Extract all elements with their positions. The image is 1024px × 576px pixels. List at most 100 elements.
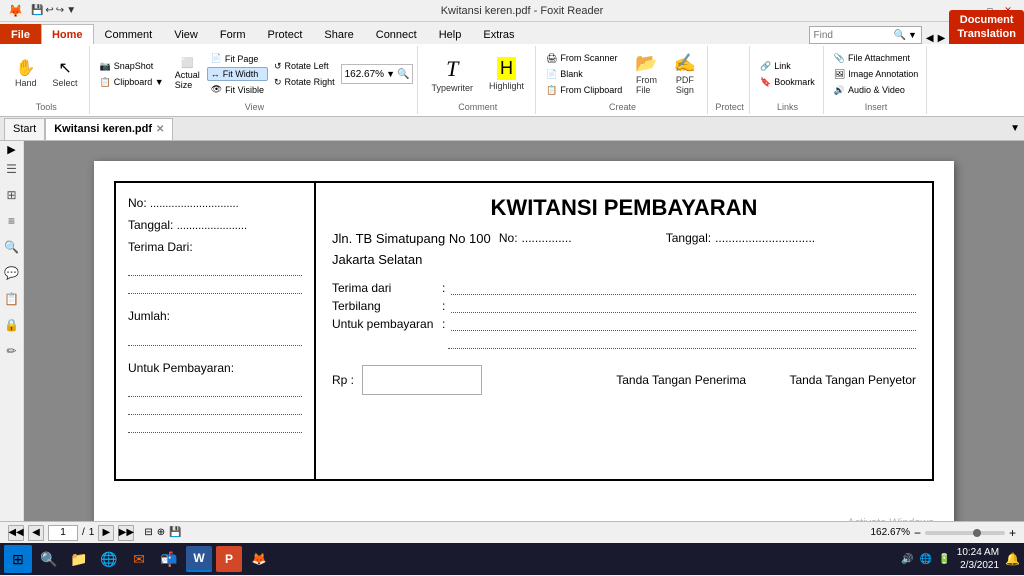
find-box[interactable]: 🔍 ▼ bbox=[809, 26, 922, 44]
actual-size-button[interactable]: ⬜ ActualSize bbox=[170, 55, 205, 93]
links-group: 🔗 Link 🔖 Bookmark Links bbox=[752, 46, 824, 114]
rp-section: Rp : bbox=[332, 365, 482, 395]
right-tanggal-label: Tanggal: bbox=[666, 231, 711, 245]
taskbar-speaker-icon[interactable]: 🔊 bbox=[901, 554, 913, 565]
find-input[interactable] bbox=[814, 30, 894, 41]
zoom-slider-track[interactable] bbox=[925, 531, 1005, 535]
hand-label: Hand bbox=[15, 78, 37, 88]
sidebar-clipboard-icon[interactable]: 📋 bbox=[2, 289, 22, 309]
doc-translation-label: Document bbox=[960, 14, 1014, 26]
tab-start[interactable]: Start bbox=[4, 118, 45, 140]
taskbar-notification-icon[interactable]: 📬 bbox=[156, 546, 182, 572]
tab-file[interactable]: File bbox=[0, 24, 41, 44]
tab-kwitansi[interactable]: Kwitansi keren.pdf ✕ bbox=[45, 118, 173, 140]
nav-prev-button[interactable]: ◀ bbox=[28, 525, 44, 541]
doc-translation-button[interactable]: Document Translation bbox=[949, 10, 1024, 44]
tab-protect[interactable]: Protect bbox=[257, 24, 314, 44]
find-options-icon[interactable]: ▼ bbox=[908, 30, 917, 40]
from-clipboard-icon: 📋 bbox=[546, 85, 557, 96]
image-annotation-button[interactable]: 🖼 Image Annotation bbox=[830, 67, 923, 82]
nav-save-icon[interactable]: 💾 bbox=[169, 527, 181, 538]
bottom-nav: ◀◀ ◀ / 1 ▶ ▶▶ ⊟ ⊕ 💾 162.67% − + bbox=[0, 521, 1024, 543]
sidebar-comment-icon[interactable]: 💬 bbox=[2, 263, 22, 283]
receipt-container: No: ............................. Tangga… bbox=[114, 181, 934, 481]
sidebar-layers-icon[interactable]: ≡ bbox=[2, 211, 22, 231]
file-attachment-button[interactable]: 📎 File Attachment bbox=[830, 51, 923, 66]
taskbar-network-icon[interactable]: 🌐 bbox=[920, 554, 932, 565]
rotate-right-button[interactable]: ↻ Rotate Right bbox=[270, 75, 339, 90]
tab-view[interactable]: View bbox=[163, 24, 209, 44]
terima-dari-dots1 bbox=[128, 262, 302, 276]
find-prev-icon[interactable]: ◀ bbox=[926, 33, 934, 44]
from-file-button[interactable]: 📂 FromFile bbox=[628, 48, 664, 100]
from-clipboard-button[interactable]: 📋 From Clipboard bbox=[542, 83, 626, 98]
redo-icon[interactable]: ↪ bbox=[56, 5, 64, 16]
select-icon: ↖ bbox=[58, 61, 71, 77]
blank-button[interactable]: 📄 Blank bbox=[542, 67, 626, 82]
start-button[interactable]: ⊞ bbox=[4, 545, 32, 573]
taskbar-files-icon[interactable]: 📁 bbox=[66, 546, 92, 572]
highlight-button[interactable]: H Highlight bbox=[482, 49, 531, 99]
bookmark-icon: 🔖 bbox=[760, 77, 771, 88]
document-area[interactable]: No: ............................. Tangga… bbox=[24, 141, 1024, 521]
hand-button[interactable]: ✋ Hand bbox=[8, 49, 44, 99]
zoom-plus-button[interactable]: + bbox=[1009, 526, 1016, 540]
taskbar-search-icon[interactable]: 🔍 bbox=[36, 546, 62, 572]
tab-comment[interactable]: Comment bbox=[94, 24, 164, 44]
select-button[interactable]: ↖ Select bbox=[46, 49, 85, 99]
zoom-minus-button[interactable]: − bbox=[914, 526, 921, 540]
zoom-fit-icon[interactable]: 🔍 bbox=[397, 69, 409, 80]
taskbar-foxit-icon[interactable]: 🦊 bbox=[246, 546, 272, 572]
nav-plus-zoom-icon[interactable]: ⊕ bbox=[157, 527, 165, 538]
tab-close-icon[interactable]: ✕ bbox=[156, 124, 164, 135]
page-number-input[interactable] bbox=[48, 525, 78, 541]
undo-icon[interactable]: ↩ bbox=[45, 5, 53, 16]
link-button[interactable]: 🔗 Link bbox=[756, 59, 819, 74]
taskbar-ppt-icon[interactable]: P bbox=[216, 546, 242, 572]
fit-width-button[interactable]: ↔ Fit Width bbox=[207, 67, 268, 81]
customize-icon[interactable]: ▼ bbox=[66, 5, 76, 16]
typewriter-button[interactable]: T Typewriter bbox=[424, 49, 480, 99]
audio-video-button[interactable]: 🔊 Audio & Video bbox=[830, 83, 923, 98]
sidebar-nav-icon[interactable]: ☰ bbox=[2, 159, 22, 179]
untuk-pembayaran-field-label: Untuk pembayaran bbox=[332, 317, 442, 331]
nav-next-button[interactable]: ▶ bbox=[98, 525, 114, 541]
nav-last-button[interactable]: ▶▶ bbox=[118, 525, 134, 541]
tab-form[interactable]: Form bbox=[209, 24, 257, 44]
clipboard-button[interactable]: 📋 Clipboard ▼ bbox=[96, 75, 168, 90]
sidebar-toggle[interactable]: ▶ bbox=[2, 145, 22, 153]
find-next-icon[interactable]: ▶ bbox=[938, 33, 946, 44]
sidebar-lock-icon[interactable]: 🔒 bbox=[2, 315, 22, 335]
taskbar-mail-icon[interactable]: ✉ bbox=[126, 546, 152, 572]
taskbar-clock[interactable]: 10:24 AM 2/3/2021 bbox=[957, 546, 999, 572]
taskbar-chrome-icon[interactable]: 🌐 bbox=[96, 546, 122, 572]
tab-connect[interactable]: Connect bbox=[365, 24, 428, 44]
terima-dari-dots2 bbox=[128, 280, 302, 294]
tab-dropdown-icon[interactable]: ▼ bbox=[1010, 123, 1020, 134]
taskbar-word-icon[interactable]: W bbox=[186, 546, 212, 572]
snapshot-button[interactable]: 📷 SnapShot bbox=[96, 59, 168, 74]
tab-share[interactable]: Share bbox=[313, 24, 364, 44]
fit-visible-button[interactable]: 👁 Fit Visible bbox=[207, 82, 268, 97]
zoom-value-label: 162.67% bbox=[345, 69, 384, 80]
pdf-sign-button[interactable]: ✍ PDFSign bbox=[667, 48, 703, 100]
tab-help[interactable]: Help bbox=[428, 24, 473, 44]
taskbar-notifications-icon[interactable]: 🔔 bbox=[1005, 552, 1020, 566]
sidebar-edit-icon[interactable]: ✏ bbox=[2, 341, 22, 361]
nav-minus-zoom-icon[interactable]: ⊟ bbox=[144, 527, 152, 538]
fit-page-button[interactable]: 📄 Fit Page bbox=[207, 51, 268, 66]
save-icon[interactable]: 💾 bbox=[31, 5, 43, 16]
address-line2: Jakarta Selatan bbox=[332, 252, 499, 267]
from-scanner-button[interactable]: 🖨 From Scanner bbox=[542, 51, 626, 66]
sidebar-thumbnails-icon[interactable]: ⊞ bbox=[2, 185, 22, 205]
bookmark-button[interactable]: 🔖 Bookmark bbox=[756, 75, 819, 90]
zoom-slider-thumb[interactable] bbox=[973, 529, 981, 537]
sidebar-search-icon[interactable]: 🔍 bbox=[2, 237, 22, 257]
taskbar-battery-icon[interactable]: 🔋 bbox=[938, 554, 950, 565]
tab-home[interactable]: Home bbox=[41, 24, 94, 44]
tab-extras[interactable]: Extras bbox=[472, 24, 525, 44]
fit-visible-icon: 👁 bbox=[211, 84, 222, 95]
rotate-left-button[interactable]: ↺ Rotate Left bbox=[270, 59, 339, 74]
zoom-dropdown-icon[interactable]: ▼ bbox=[386, 69, 395, 79]
nav-first-button[interactable]: ◀◀ bbox=[8, 525, 24, 541]
